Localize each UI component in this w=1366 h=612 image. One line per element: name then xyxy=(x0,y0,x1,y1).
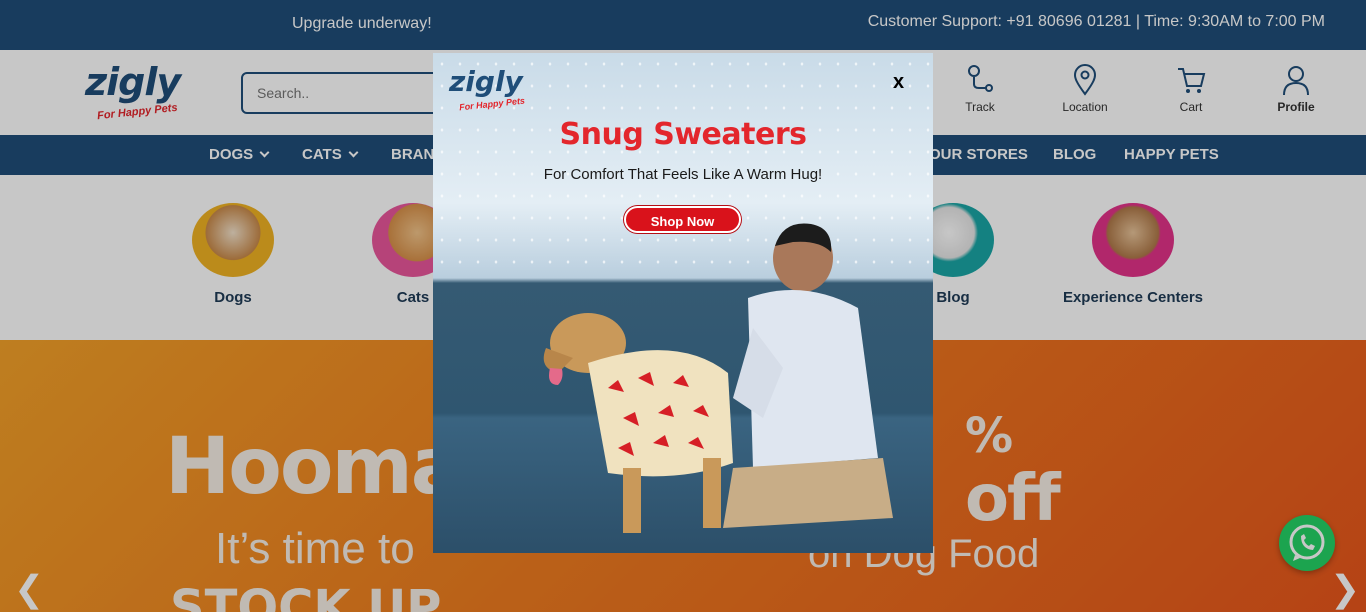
popup-brand-logo: zigly xyxy=(449,65,523,98)
page: Upgrade underway! Customer Support: +91 … xyxy=(0,0,1366,612)
popup-close-button[interactable]: x xyxy=(893,71,904,94)
dog-in-sweater-illustration xyxy=(543,313,733,533)
promo-popup: zigly For Happy Pets x Snug Sweaters For… xyxy=(433,53,933,553)
popup-title: Snug Sweaters xyxy=(559,117,808,152)
popup-subtitle: For Comfort That Feels Like A Warm Hug! xyxy=(543,166,823,183)
